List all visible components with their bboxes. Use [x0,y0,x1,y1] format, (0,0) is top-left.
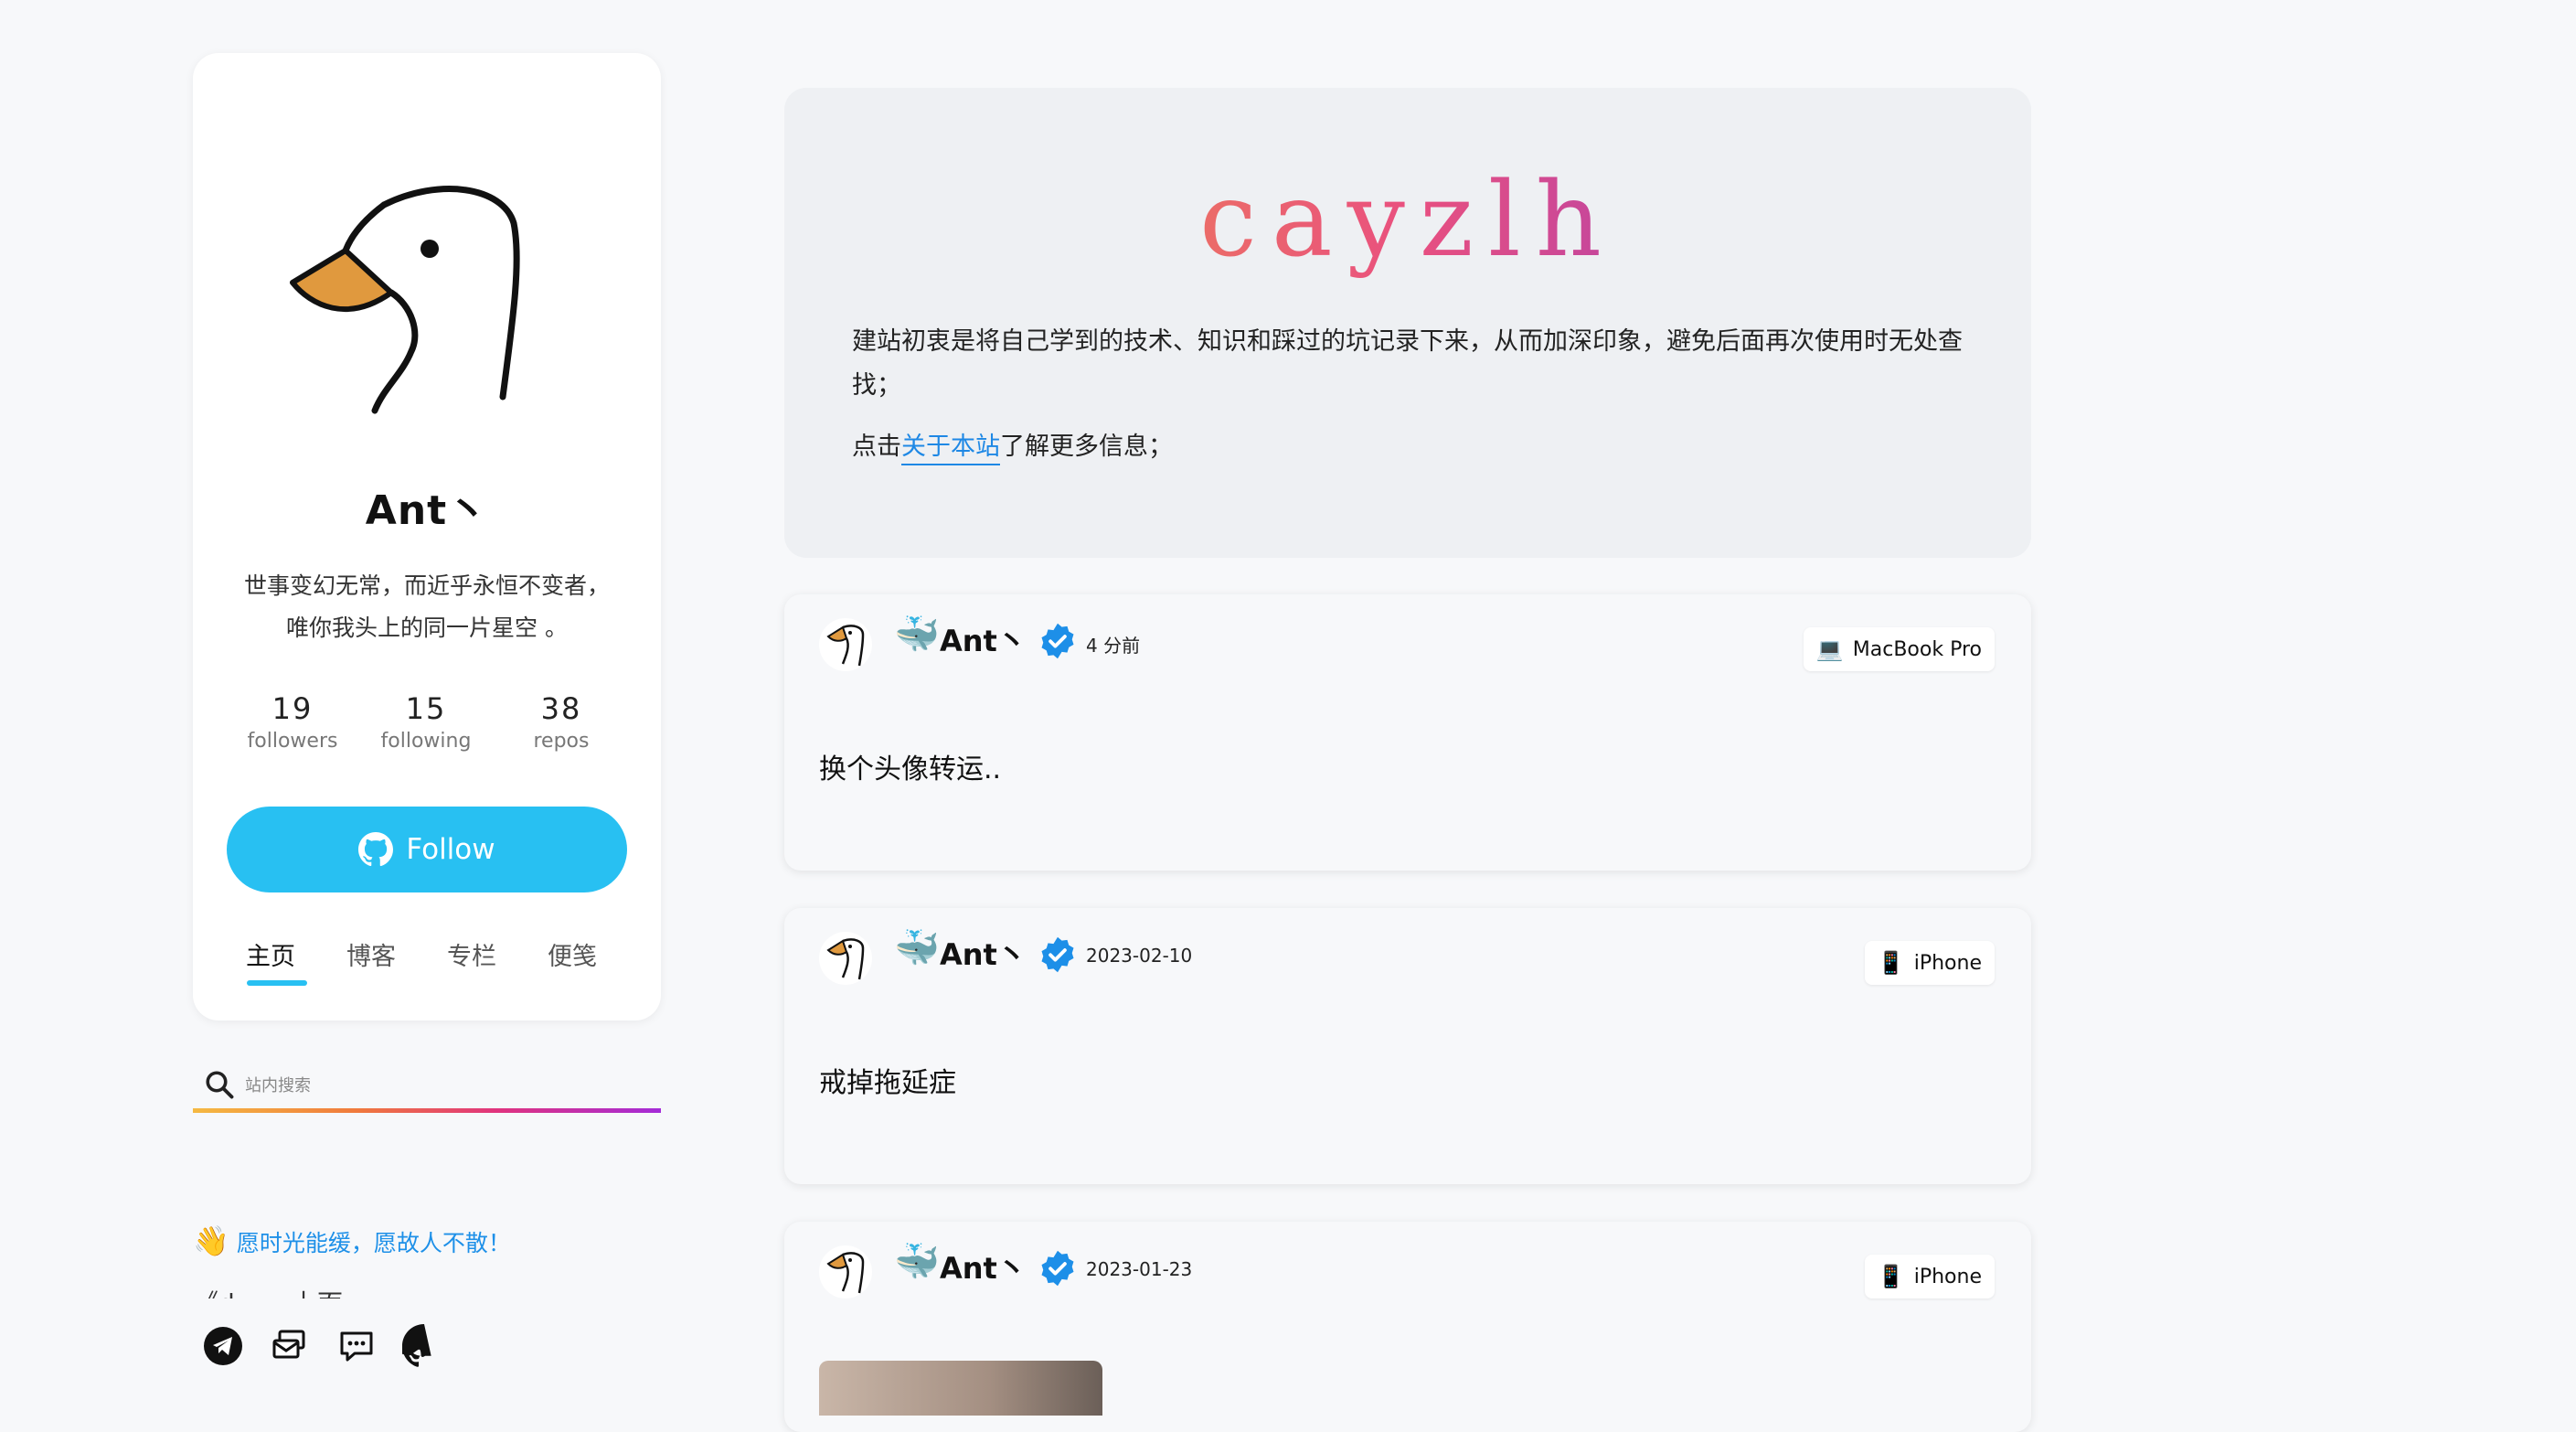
post-username[interactable]: Ant丶 [940,618,1027,660]
quote: 👋 愿时光能缓，愿故人不散！ [193,1224,511,1258]
tab-home[interactable]: 主页 [225,936,316,972]
goose-avatar [290,186,520,414]
device-badge: 💻 MacBook Pro [1803,627,1995,671]
link-prefix: 点击 [852,433,901,461]
whale-icon: 🐳 [894,1241,940,1283]
tab-column[interactable]: 专栏 [426,936,517,972]
verified-icon [1041,936,1074,973]
github-icon [358,832,394,867]
stat-following[interactable]: 15 following [362,691,490,753]
message-icon[interactable] [335,1324,378,1368]
device-name: iPhone [1913,1265,1982,1288]
stat-label: repos [533,730,590,753]
post-content: 换个头像转运.. [819,753,1002,785]
stat-repos[interactable]: 38 repos [497,691,625,753]
device-name: MacBook Pro [1852,637,1982,661]
phone-icon: 📱 [1877,950,1905,976]
email-icon[interactable] [269,1324,313,1368]
avatar[interactable] [819,1245,872,1298]
whale-icon: 🐳 [894,927,940,969]
laptop-icon: 💻 [1815,636,1844,662]
follow-label: Follow [406,833,495,866]
post-username[interactable]: Ant丶 [940,1245,1027,1288]
post-image[interactable] [819,1361,1102,1416]
tab-blog[interactable]: 博客 [325,936,417,972]
bio-line: 世事变幻无常，而近乎永恒不变者， [243,572,610,599]
post-time: 4 分前 [1086,635,1141,657]
verified-icon [1041,1250,1074,1287]
follow-button[interactable]: Follow [227,807,627,892]
verified-icon [1041,623,1074,659]
stat-number: 19 [271,691,314,726]
quote-text: 愿时光能缓，愿故人不散！ [236,1230,511,1256]
avatar[interactable] [819,932,872,985]
stat-label: following [380,730,472,753]
stat-label: followers [247,730,338,753]
bio-line: 唯你我头上的同一片星空 。 [286,614,568,641]
search-input[interactable] [243,1068,649,1103]
stat-number: 15 [405,691,447,726]
hero-link-line: 点击关于本站了解更多信息； [852,426,1173,462]
phone-icon: 📱 [1877,1264,1905,1289]
wave-icon: 👋 [193,1224,229,1258]
tab-notes[interactable]: 便笺 [527,936,618,972]
post-time: 2023-01-23 [1086,1258,1193,1280]
stat-number: 38 [540,691,582,726]
post-card[interactable]: 🐳 Ant丶 2023-01-23 📱 iPhone [784,1222,2031,1432]
site-title: cayzlh [784,161,2031,280]
whale-icon: 🐳 [894,614,940,656]
stat-followers[interactable]: 19 followers [229,691,357,753]
post-card[interactable]: 🐳 Ant丶 2023-02-10 📱 iPhone 戒掉拖延症 [784,908,2031,1184]
post-card[interactable]: 🐳 Ant丶 4 分前 💻 MacBook Pro 换个头像转运.. [784,594,2031,871]
search-icon[interactable] [203,1068,236,1101]
post-time: 2023-02-10 [1086,945,1193,967]
device-name: iPhone [1913,951,1982,975]
profile-name: Ant丶 [365,487,489,534]
device-badge: 📱 iPhone [1864,941,1995,985]
github-icon[interactable] [398,1324,446,1368]
profile-bio: 世事变幻无常，而近乎永恒不变者， 唯你我头上的同一片星空 。 [193,565,661,649]
post-content: 戒掉拖延症 [819,1067,956,1099]
search-underline [193,1108,661,1113]
hero-paragraph: 建站初衷是将自己学到的技术、知识和踩过的坑记录下来，从而加深印象，避免后面再次使… [852,327,1963,400]
marquee-text: 《du ... 上面 [193,1286,661,1298]
marquee-content: 《du ... 上面 [193,1288,343,1298]
post-username[interactable]: Ant丶 [940,932,1027,974]
device-badge: 📱 iPhone [1864,1255,1995,1298]
about-site-link[interactable]: 关于本站 [901,433,1000,461]
avatar[interactable] [819,618,872,671]
active-tab-indicator [247,980,307,986]
telegram-icon[interactable] [201,1324,245,1368]
link-suffix: 了解更多信息； [1000,433,1173,461]
